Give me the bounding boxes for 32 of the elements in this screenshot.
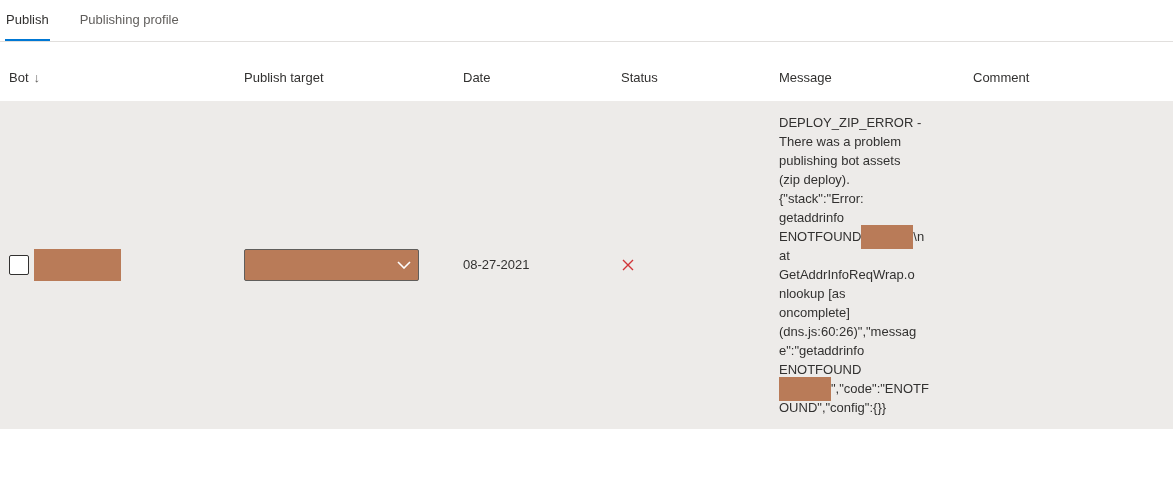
error-message: (dns.js:60:26)","messag xyxy=(779,323,917,341)
error-message: nlookup [as xyxy=(779,285,846,303)
error-message: e":"getaddrinfo xyxy=(779,342,865,360)
chevron-down-icon xyxy=(397,261,411,269)
date-text: 08-27-2021 xyxy=(463,257,530,273)
error-message: at xyxy=(779,247,790,265)
error-message: {"stack":"Error: xyxy=(779,190,864,208)
redaction-mark xyxy=(861,224,914,249)
error-message: getaddrinfo xyxy=(779,209,845,227)
error-message: OUND","config":{}} xyxy=(779,399,887,417)
error-message: There was a problem xyxy=(779,133,902,151)
column-header[interactable]: Comment xyxy=(973,67,1030,87)
target-dropdown[interactable] xyxy=(244,249,419,281)
error-message: \n xyxy=(913,228,925,246)
checkbox[interactable] xyxy=(9,255,29,275)
column-header[interactable]: Bot xyxy=(9,67,29,87)
error-message: GetAddrInfoReqWrap.o xyxy=(779,266,915,284)
column-header[interactable]: Message xyxy=(779,67,832,87)
error-message: (zip deploy). xyxy=(779,171,850,189)
error-message: ENOTFOUND xyxy=(779,228,862,246)
redaction-mark xyxy=(779,376,831,401)
sort-arrow[interactable]: ↓ xyxy=(33,67,40,87)
error-message: oncomplete] xyxy=(779,304,850,322)
tab[interactable]: Publish xyxy=(5,0,50,41)
error-message: DEPLOY_ZIP_ERROR - xyxy=(779,114,922,132)
error-message: publishing bot assets xyxy=(779,152,901,170)
column-header[interactable]: Date xyxy=(463,67,491,87)
tab[interactable]: Publishing profile xyxy=(78,0,180,41)
error-message: ENOTFOUND xyxy=(779,361,862,379)
error-message: ","code":"ENOTF xyxy=(831,380,929,398)
column-header[interactable]: Status xyxy=(621,67,658,87)
column-header[interactable]: Publish target xyxy=(244,67,324,87)
